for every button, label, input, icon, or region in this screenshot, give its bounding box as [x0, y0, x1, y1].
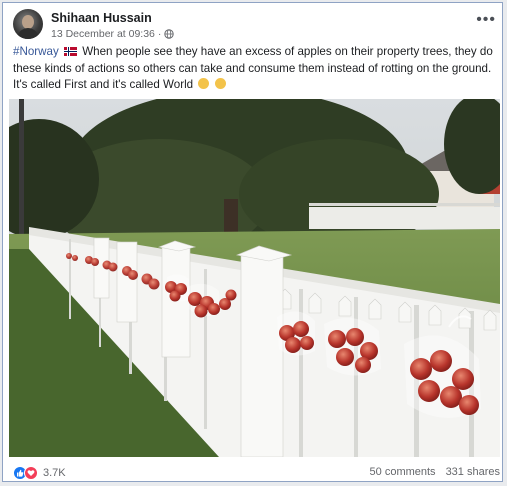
reactions-summary[interactable]: 3.7K [13, 466, 66, 480]
avatar-face [22, 15, 34, 29]
post-header: Shihaan Hussain 13 December at 09:36 · •… [13, 9, 498, 43]
post-meta: 13 December at 09:36 · [51, 28, 175, 40]
more-options-icon[interactable]: ••• [476, 12, 496, 28]
ok-hand-emoji [198, 78, 210, 89]
post-stats: 50 comments 331 shares [370, 466, 500, 478]
author-name[interactable]: Shihaan Hussain [51, 11, 152, 25]
clap-emoji [214, 78, 226, 89]
avatar-body [17, 28, 39, 39]
reaction-count: 3.7K [43, 467, 66, 479]
hashtag-link[interactable]: #Norway [13, 45, 59, 58]
author-avatar[interactable] [13, 9, 43, 39]
post-caption: #Norway When people see they have an exc… [13, 44, 500, 94]
post-footer: 3.7K 50 comments 331 shares [13, 463, 500, 481]
comments-count[interactable]: 50 comments [370, 466, 436, 478]
meta-separator: · [157, 28, 162, 40]
post-date[interactable]: 13 December at 09:36 [51, 28, 155, 40]
love-icon [24, 466, 38, 480]
shares-count[interactable]: 331 shares [446, 466, 500, 478]
post-card: Shihaan Hussain 13 December at 09:36 · •… [2, 2, 503, 482]
post-photo[interactable] [9, 99, 500, 457]
norway-flag-icon [63, 47, 77, 56]
post-text: When people see they have an excess of a… [13, 45, 493, 91]
globe-icon [164, 29, 175, 39]
